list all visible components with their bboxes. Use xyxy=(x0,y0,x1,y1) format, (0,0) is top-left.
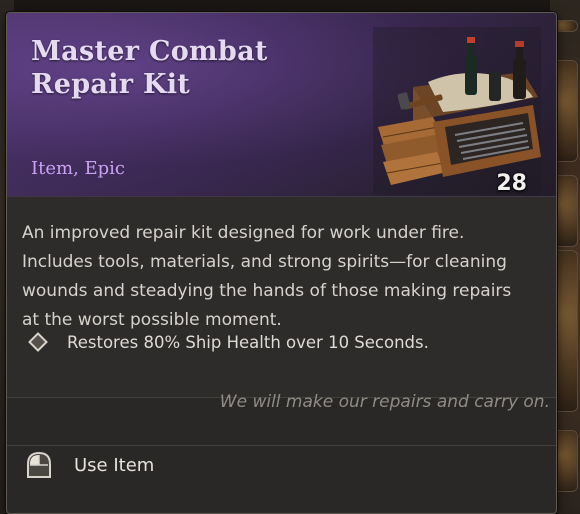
item-count: 28 xyxy=(496,171,527,196)
item-title: Master Combat Repair Kit xyxy=(31,36,268,100)
effect-line: Restores 80% Ship Health over 10 Seconds… xyxy=(28,329,530,355)
item-type: Item, Epic xyxy=(31,158,126,179)
divider xyxy=(7,445,556,446)
use-item-action[interactable]: Use Item xyxy=(24,448,154,482)
use-item-label: Use Item xyxy=(74,454,155,476)
repair-kit-crate-icon: 28 xyxy=(373,27,541,196)
flavor-text: We will make our repairs and carry on. xyxy=(219,392,550,412)
effect-text: Restores 80% Ship Health over 10 Seconds… xyxy=(67,332,429,352)
item-description: An improved repair kit designed for work… xyxy=(22,223,512,330)
diamond-bullet-icon xyxy=(28,332,48,352)
mouse-button-icon xyxy=(24,450,54,480)
tooltip-header: Master Combat Repair Kit Item, Epic 28 xyxy=(7,13,556,197)
